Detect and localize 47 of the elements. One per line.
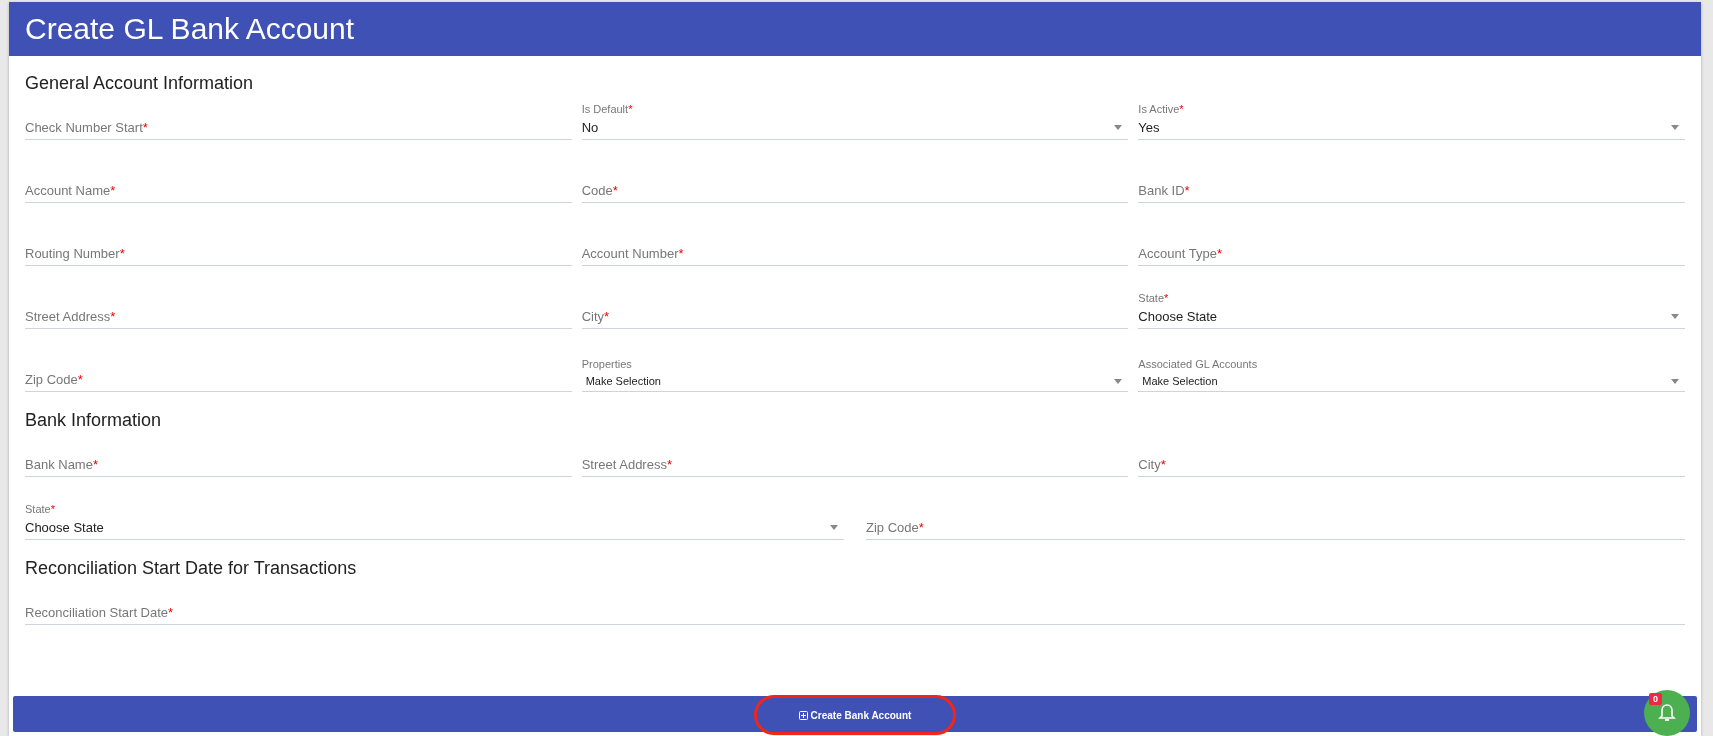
select-field[interactable]: Associated GL Accounts Make Selection [1138,346,1685,392]
page-title: Create GL Bank Account [25,12,355,46]
caret-icon [1114,378,1123,384]
count-badge: 0 [1649,693,1662,705]
input-field[interactable]: City* [1138,431,1685,477]
field-label: Properties [581,358,633,370]
input-field[interactable]: Bank ID* [1138,157,1685,203]
selected-value: No [581,120,599,135]
select-field[interactable]: State* Choose State [25,494,844,540]
field-label: State* [1138,292,1170,304]
caret-icon [1671,314,1679,319]
input-field[interactable]: Street Address* [581,431,1129,477]
selected-value: Choose State [1138,309,1218,324]
input-field[interactable]: Reconciliation Start Date* [25,579,1685,625]
field-label: Associated GL Accounts [1138,358,1259,370]
input-field[interactable]: City* [581,283,1129,329]
select-field[interactable]: Is Default* No [581,94,1129,140]
selected-value: Make Selection [584,375,661,387]
select-field[interactable]: Is Active* Yes [1138,94,1685,140]
section-heading: Bank Information [25,409,163,431]
caret-icon [830,525,838,530]
caret-icon [1114,125,1123,130]
selected-value: Make Selection [1141,375,1218,387]
input-field[interactable]: Check Number Start* [25,94,572,140]
input-field[interactable]: Bank Name* [25,431,572,477]
input-field[interactable]: Account Number* [581,220,1129,266]
select-field[interactable]: State* Choose State [1138,283,1685,329]
plus-square-icon [798,710,808,720]
select-field[interactable]: Properties Make Selection [581,346,1129,392]
section-heading: General Account Information [25,72,255,94]
caret-icon [1671,125,1679,130]
input-field[interactable]: Routing Number* [25,220,572,266]
caret-icon [1671,378,1679,384]
section-heading: Reconciliation Start Date for Transactions [25,557,358,579]
field-label: State* [25,503,56,515]
input-field[interactable]: Account Type* [1138,220,1685,266]
input-field[interactable]: Street Address* [25,283,572,329]
input-field[interactable]: Code* [581,157,1129,203]
selected-value: Yes [1138,120,1160,135]
bell-icon [1657,703,1677,723]
input-field[interactable]: Zip Code* [866,494,1685,540]
input-field[interactable]: Zip Code* [25,346,572,392]
input-field[interactable]: Account Name* [25,157,572,203]
field-label: Is Active* [1138,103,1185,115]
field-label: Is Default* [581,103,634,115]
selected-value: Choose State [25,520,104,535]
create-button[interactable]: Create Bank Account [754,695,956,735]
